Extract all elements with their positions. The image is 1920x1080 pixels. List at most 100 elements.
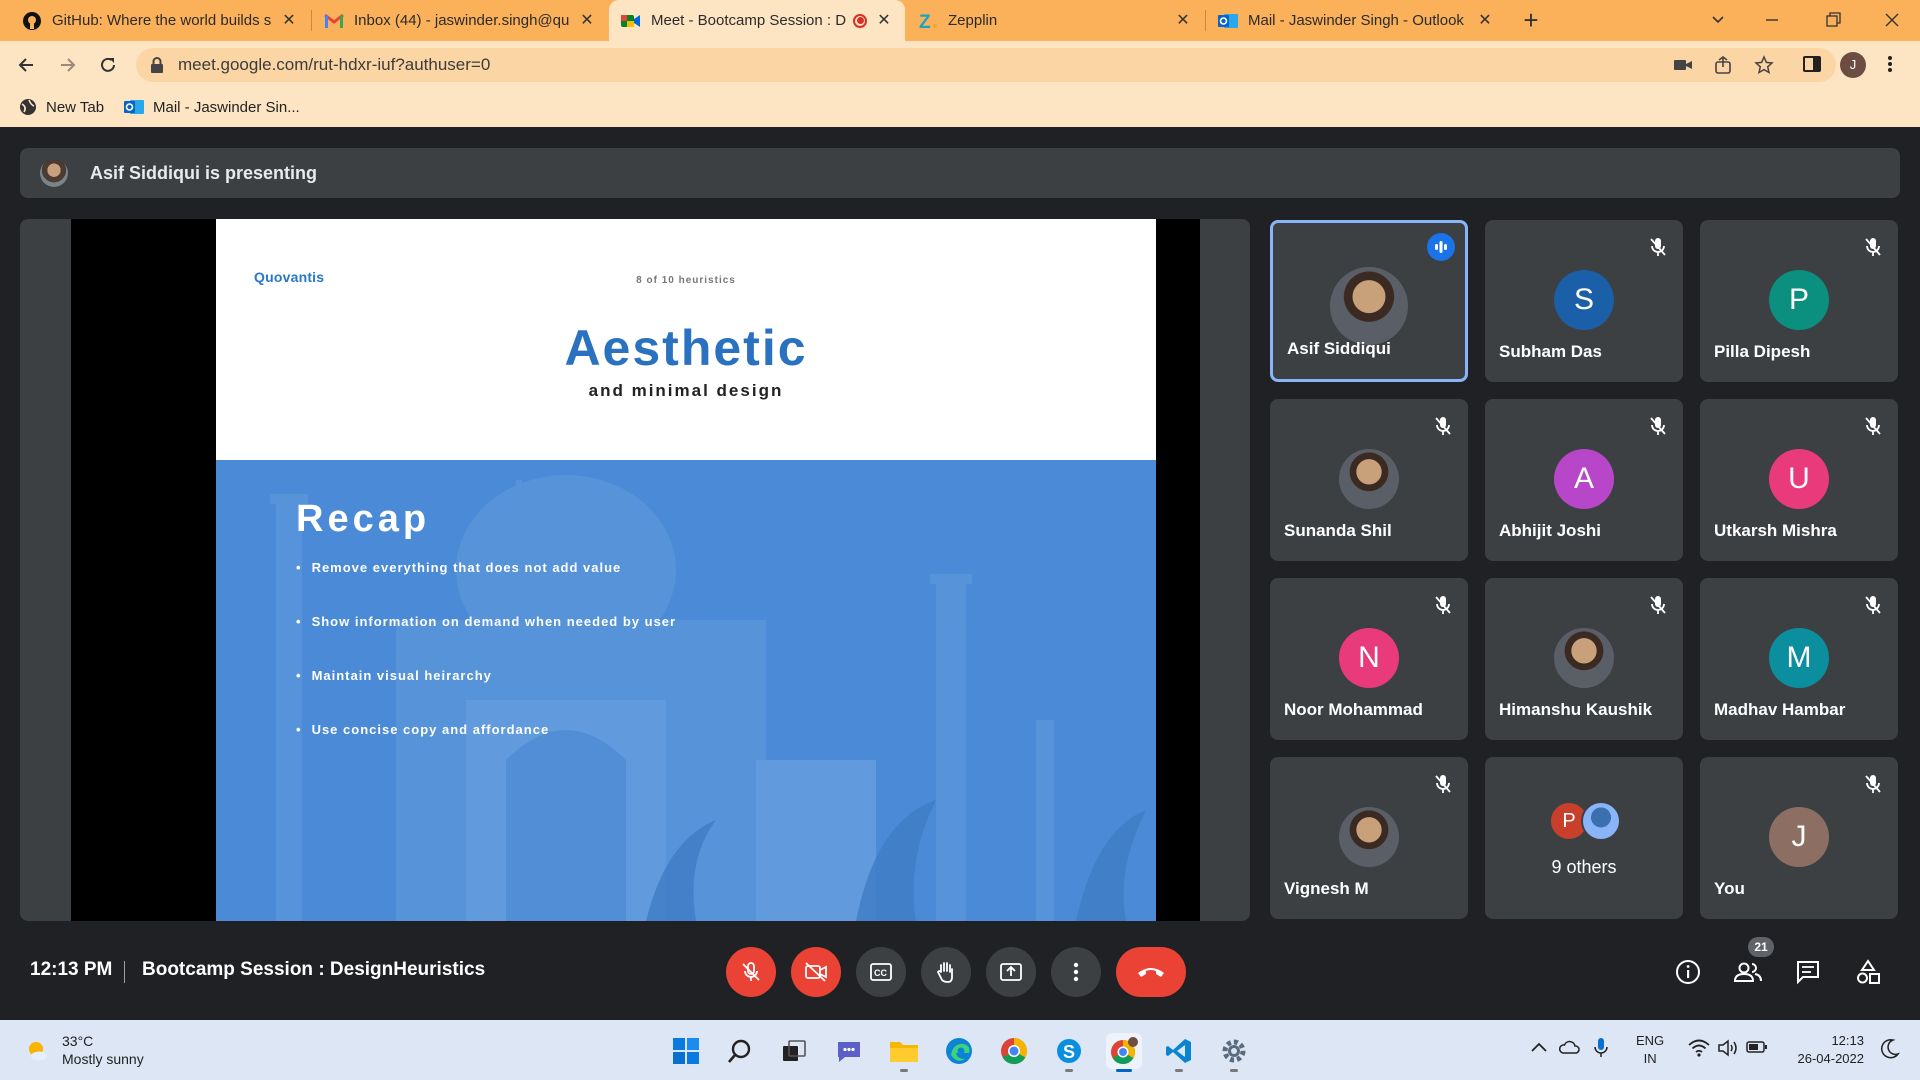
battery-icon[interactable] [1746, 1040, 1768, 1054]
folder-icon [889, 1038, 919, 1064]
bookmark-star-icon[interactable] [1754, 55, 1774, 75]
slide-body: Recap Remove everything that does not ad… [216, 460, 1156, 921]
wifi-icon[interactable] [1688, 1039, 1710, 1057]
tab-meet[interactable]: Meet - Bootcamp Session : D ✕ [609, 0, 905, 41]
settings-button[interactable] [1216, 1033, 1252, 1072]
camera-icon[interactable] [1674, 57, 1692, 73]
presentation-frame: Quovantis 8 of 10 heuristics Aesthetic a… [71, 219, 1200, 921]
input-language[interactable]: ENG IN [1636, 1032, 1664, 1068]
participant-tile-utkarsh-mishra[interactable]: U Utkarsh Mishra [1700, 399, 1898, 561]
mic-toggle-button[interactable] [726, 947, 776, 997]
close-icon[interactable]: ✕ [280, 12, 298, 30]
search-button[interactable] [722, 1033, 758, 1069]
participant-avatar: N [1339, 628, 1399, 688]
presentation-stage[interactable]: Quovantis 8 of 10 heuristics Aesthetic a… [20, 219, 1250, 921]
start-button[interactable] [668, 1033, 704, 1069]
hand-icon [935, 960, 957, 984]
activities-button[interactable] [1846, 950, 1890, 994]
mic-off-icon [1430, 592, 1456, 618]
tab-gmail[interactable]: Inbox (44) - jaswinder.singh@quo ✕ [312, 0, 608, 41]
weather-widget[interactable]: 33°C Mostly sunny [24, 1032, 144, 1068]
avatar-initial: A [1573, 462, 1594, 495]
participant-tile-9-others[interactable]: P 9 others [1485, 757, 1683, 919]
weather-condition: Mostly sunny [62, 1051, 144, 1067]
camera-toggle-button[interactable] [791, 947, 841, 997]
participant-tile-asif-siddiqui[interactable]: Asif Siddiqui [1270, 220, 1468, 382]
participant-tile-subham-das[interactable]: S Subham Das [1485, 220, 1683, 382]
mic-off-icon [740, 961, 762, 983]
zeplin-icon: Z [918, 11, 938, 31]
windows-taskbar: 33°C Mostly sunny S ENG IN 12:13 26-04-2… [0, 1020, 1920, 1080]
present-button[interactable] [986, 947, 1036, 997]
participant-tile-you[interactable]: J You [1700, 757, 1898, 919]
participant-tile-himanshu-kaushik[interactable]: Himanshu Kaushik [1485, 578, 1683, 740]
file-explorer-button[interactable] [886, 1033, 922, 1072]
mic-off-icon [1860, 413, 1886, 439]
tab-search-icon[interactable] [1708, 10, 1728, 30]
chat-button[interactable] [1786, 950, 1830, 994]
gear-icon [1220, 1037, 1248, 1065]
participant-tile-noor-mohammad[interactable]: N Noor Mohammad [1270, 578, 1468, 740]
new-tab-button[interactable]: + [1518, 7, 1544, 34]
onedrive-icon[interactable] [1558, 1039, 1580, 1055]
close-icon[interactable]: ✕ [1174, 12, 1192, 30]
slide-bullet: Maintain visual heirarchy [296, 668, 492, 683]
address-bar[interactable]: meet.google.com/rut-hdxr-iuf?authuser=0 [136, 48, 1836, 82]
minimize-icon[interactable] [1762, 10, 1782, 30]
chrome-button[interactable] [996, 1033, 1032, 1069]
skype-icon: S [1055, 1037, 1083, 1065]
participant-name: Pilla Dipesh [1714, 342, 1811, 361]
tab-zeplin[interactable]: Z Zepplin ✕ [906, 0, 1204, 41]
reload-icon[interactable] [98, 55, 118, 75]
running-indicator [900, 1069, 908, 1072]
moon-icon[interactable] [1880, 1038, 1900, 1060]
show-hidden-icons[interactable] [1530, 1040, 1548, 1054]
skype-button[interactable]: S [1051, 1033, 1087, 1072]
system-clock[interactable]: 12:13 26-04-2022 [1784, 1032, 1865, 1068]
task-view-button[interactable] [776, 1033, 812, 1069]
close-icon[interactable]: ✕ [578, 12, 596, 30]
outlook-icon [1218, 11, 1238, 31]
meeting-clock: 12:13 PM [30, 959, 113, 980]
teams-chat-button[interactable] [831, 1033, 867, 1069]
tab-outlook[interactable]: Mail - Jaswinder Singh - Outlook ✕ [1206, 0, 1506, 41]
vscode-button[interactable] [1161, 1033, 1197, 1072]
presenting-text: Asif Siddiqui is presenting [90, 162, 318, 183]
avatar-initial: S [1573, 283, 1594, 316]
profile-avatar[interactable]: J [1840, 52, 1866, 78]
participant-tile-abhijit-joshi[interactable]: A Abhijit Joshi [1485, 399, 1683, 561]
toolbar: meet.google.com/rut-hdxr-iuf?authuser=0 … [0, 41, 1920, 89]
participant-count-badge: 21 [1748, 937, 1774, 957]
participant-tile-sunanda-shil[interactable]: Sunanda Shil [1270, 399, 1468, 561]
participant-tile-madhav-hambar[interactable]: M Madhav Hambar [1700, 578, 1898, 740]
leave-call-button[interactable] [1116, 947, 1186, 997]
raise-hand-button[interactable] [921, 947, 971, 997]
bookmark-new-tab[interactable]: New Tab [19, 98, 104, 116]
close-icon[interactable]: ✕ [875, 12, 893, 30]
participant-tile-vignesh-m[interactable]: Vignesh M [1270, 757, 1468, 919]
menu-icon[interactable] [1886, 54, 1894, 74]
microphone-icon[interactable] [1594, 1037, 1608, 1059]
tab-github[interactable]: GitHub: Where the world builds s ✕ [10, 0, 310, 41]
close-icon[interactable]: ✕ [1476, 12, 1494, 30]
language-code: ENG [1636, 1033, 1665, 1048]
bookmark-outlook[interactable]: Mail - Jaswinder Sin... [124, 98, 300, 116]
vscode-icon [1165, 1037, 1193, 1065]
chat-icon [1795, 959, 1821, 985]
volume-icon[interactable] [1717, 1039, 1739, 1057]
back-icon[interactable] [16, 55, 36, 75]
captions-button[interactable]: CC [856, 947, 906, 997]
sun-cloud-icon [24, 1037, 50, 1063]
participant-tile-pilla-dipesh[interactable]: P Pilla Dipesh [1700, 220, 1898, 382]
edge-button[interactable] [941, 1033, 977, 1069]
close-window-icon[interactable] [1882, 10, 1902, 30]
side-panel-icon[interactable] [1802, 54, 1822, 74]
meeting-title: Bootcamp Session : DesignHeuristics [142, 959, 486, 980]
chrome-profile-button[interactable] [1106, 1033, 1142, 1072]
more-options-button[interactable] [1051, 947, 1101, 997]
mic-off-icon [1645, 413, 1671, 439]
restore-icon[interactable] [1823, 10, 1843, 30]
forward-icon[interactable] [58, 55, 78, 75]
share-icon[interactable] [1714, 56, 1732, 74]
meeting-details-button[interactable] [1666, 950, 1710, 994]
